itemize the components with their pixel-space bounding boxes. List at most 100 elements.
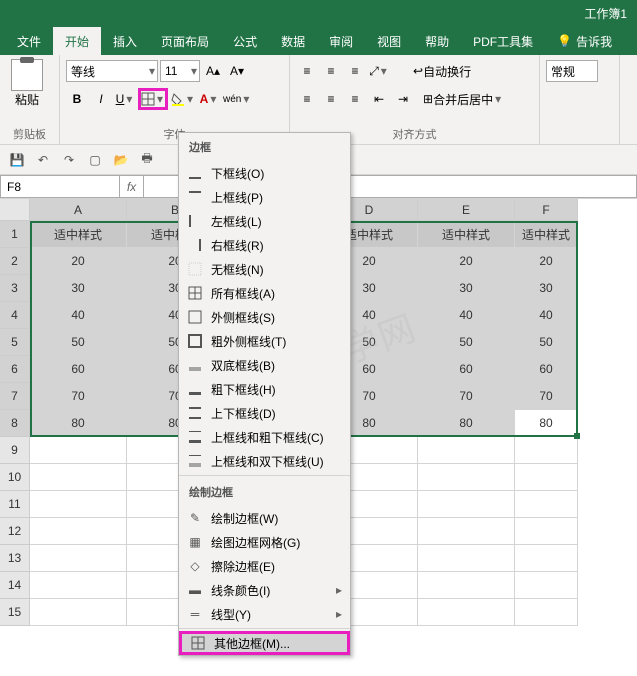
border-option[interactable]: 无框线(N) xyxy=(179,257,350,281)
cell[interactable] xyxy=(30,518,127,545)
border-option[interactable]: 上下框线(D) xyxy=(179,401,350,425)
cell[interactable] xyxy=(515,518,578,545)
align-bottom-icon[interactable]: ≡ xyxy=(344,60,366,82)
border-option[interactable]: 粗下框线(H) xyxy=(179,377,350,401)
cell[interactable]: 30 xyxy=(418,275,515,302)
cell[interactable]: 80 xyxy=(515,410,578,437)
cell[interactable] xyxy=(30,491,127,518)
undo-icon[interactable]: ↶ xyxy=(34,151,52,169)
decrease-font-icon[interactable]: A▾ xyxy=(226,60,248,82)
italic-button[interactable]: I xyxy=(90,88,112,110)
font-name-combo[interactable]: ▾ xyxy=(66,60,158,82)
row-header[interactable]: 6 xyxy=(0,356,30,383)
align-right-icon[interactable]: ≡ xyxy=(344,88,366,110)
select-all-corner[interactable] xyxy=(0,199,30,221)
tab-layout[interactable]: 页面布局 xyxy=(149,27,221,55)
font-color-button[interactable]: A▾ xyxy=(198,88,220,110)
tell-me[interactable]: 💡 告诉我 xyxy=(545,27,624,55)
row-header[interactable]: 1 xyxy=(0,221,30,248)
cell[interactable]: 30 xyxy=(515,275,578,302)
row-header[interactable]: 5 xyxy=(0,329,30,356)
fx-icon[interactable]: fx xyxy=(120,175,144,198)
fill-color-button[interactable]: ▾ xyxy=(170,88,196,110)
cell[interactable]: 50 xyxy=(515,329,578,356)
border-option[interactable]: 上框线(P) xyxy=(179,185,350,209)
draw-border-option[interactable]: ═线型(Y)▸ xyxy=(179,602,350,626)
col-header[interactable]: E xyxy=(418,199,515,221)
new-icon[interactable]: ▢ xyxy=(86,151,104,169)
cell[interactable]: 20 xyxy=(515,248,578,275)
row-header[interactable]: 14 xyxy=(0,572,30,599)
draw-border-option[interactable]: ✎绘制边框(W) xyxy=(179,506,350,530)
bold-button[interactable]: B xyxy=(66,88,88,110)
draw-border-option[interactable]: ▬线条颜色(I)▸ xyxy=(179,578,350,602)
font-size-combo[interactable]: ▾ xyxy=(160,60,200,82)
tab-data[interactable]: 数据 xyxy=(269,27,317,55)
row-header[interactable]: 11 xyxy=(0,491,30,518)
align-left-icon[interactable]: ≡ xyxy=(296,88,318,110)
cell[interactable]: 60 xyxy=(515,356,578,383)
phonetic-button[interactable]: wén▾ xyxy=(222,88,252,110)
cell[interactable] xyxy=(515,572,578,599)
cell[interactable]: 40 xyxy=(30,302,127,329)
underline-button[interactable]: U▾ xyxy=(114,88,136,110)
row-header[interactable]: 10 xyxy=(0,464,30,491)
cell[interactable] xyxy=(30,599,127,626)
cell[interactable] xyxy=(418,599,515,626)
cell[interactable]: 80 xyxy=(418,410,515,437)
border-option[interactable]: 下框线(O) xyxy=(179,161,350,185)
border-option[interactable]: 外侧框线(S) xyxy=(179,305,350,329)
other-borders-item[interactable]: 其他边框(M)... xyxy=(179,631,350,655)
row-header[interactable]: 3 xyxy=(0,275,30,302)
cell[interactable] xyxy=(30,545,127,572)
cell[interactable] xyxy=(515,545,578,572)
tab-home[interactable]: 开始 xyxy=(53,27,101,55)
cell[interactable] xyxy=(418,437,515,464)
row-header[interactable]: 12 xyxy=(0,518,30,545)
row-header[interactable]: 2 xyxy=(0,248,30,275)
col-header[interactable]: A xyxy=(30,199,127,221)
orientation-button[interactable]: ⤢▾ xyxy=(368,60,390,82)
draw-border-option[interactable]: ◇擦除边框(E) xyxy=(179,554,350,578)
row-header[interactable]: 8 xyxy=(0,410,30,437)
border-option[interactable]: 右框线(R) xyxy=(179,233,350,257)
cell[interactable] xyxy=(515,491,578,518)
cell[interactable]: 80 xyxy=(30,410,127,437)
cell[interactable] xyxy=(418,464,515,491)
border-option[interactable]: 上框线和双下框线(U) xyxy=(179,449,350,473)
cell[interactable]: 50 xyxy=(418,329,515,356)
border-option[interactable]: 所有框线(A) xyxy=(179,281,350,305)
row-header[interactable]: 7 xyxy=(0,383,30,410)
row-header[interactable]: 13 xyxy=(0,545,30,572)
align-center-icon[interactable]: ≡ xyxy=(320,88,342,110)
cell[interactable]: 适中样式 xyxy=(418,221,515,248)
number-format-combo[interactable] xyxy=(546,60,598,82)
col-header[interactable]: F xyxy=(515,199,578,221)
tab-insert[interactable]: 插入 xyxy=(101,27,149,55)
cell[interactable]: 60 xyxy=(418,356,515,383)
decrease-indent-icon[interactable]: ⇤ xyxy=(368,88,390,110)
cell[interactable] xyxy=(418,518,515,545)
cell[interactable] xyxy=(418,491,515,518)
paste-button[interactable]: 粘贴 xyxy=(6,59,48,124)
draw-border-option[interactable]: ▦绘图边框网格(G) xyxy=(179,530,350,554)
row-header[interactable]: 9 xyxy=(0,437,30,464)
save-icon[interactable]: 💾 xyxy=(8,151,26,169)
tab-file[interactable]: 文件 xyxy=(5,27,53,55)
align-middle-icon[interactable]: ≡ xyxy=(320,60,342,82)
cell[interactable] xyxy=(30,464,127,491)
increase-font-icon[interactable]: A▴ xyxy=(202,60,224,82)
border-option[interactable]: 双底框线(B) xyxy=(179,353,350,377)
redo-icon[interactable]: ↷ xyxy=(60,151,78,169)
tab-view[interactable]: 视图 xyxy=(365,27,413,55)
cell[interactable]: 70 xyxy=(418,383,515,410)
cell[interactable]: 适中样式 xyxy=(30,221,127,248)
name-box[interactable] xyxy=(0,175,120,198)
cell[interactable]: 50 xyxy=(30,329,127,356)
cell[interactable] xyxy=(30,572,127,599)
cell[interactable] xyxy=(515,599,578,626)
border-option[interactable]: 上框线和粗下框线(C) xyxy=(179,425,350,449)
cell[interactable] xyxy=(418,572,515,599)
print-icon[interactable]: 🖶 xyxy=(138,151,156,169)
cell[interactable]: 30 xyxy=(30,275,127,302)
